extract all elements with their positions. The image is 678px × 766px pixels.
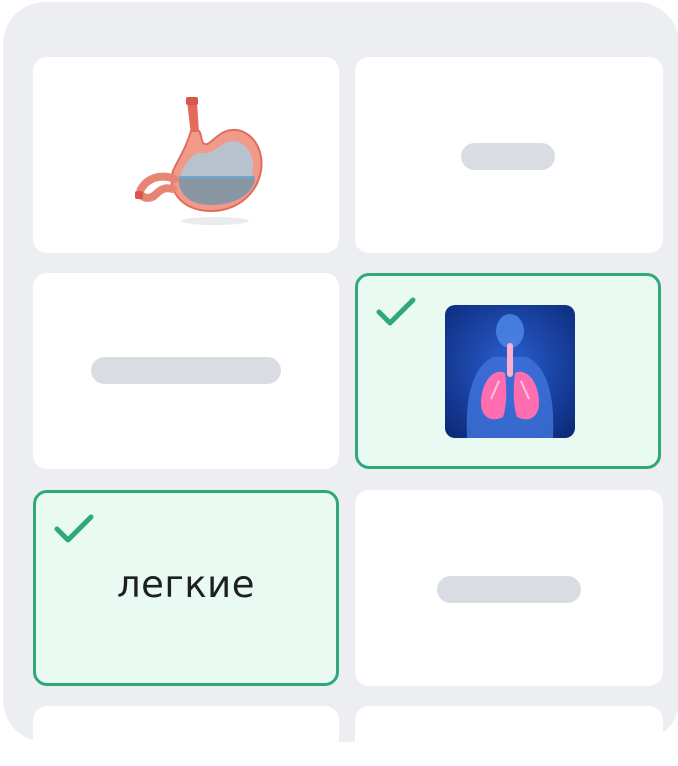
card-hidden-top-right[interactable] [355, 57, 663, 253]
stomach-image [135, 97, 263, 225]
hidden-label-placeholder [437, 576, 581, 603]
card-next-row-right[interactable] [355, 706, 663, 766]
card-stomach[interactable] [33, 57, 339, 253]
card-next-row-left[interactable] [33, 706, 339, 766]
hidden-label-placeholder [91, 357, 281, 384]
card-lungs-image[interactable] [355, 273, 661, 469]
matching-game-panel: легкие [3, 2, 678, 766]
card-hidden-bottom-right[interactable] [355, 490, 663, 686]
card-lungs-word[interactable]: легкие [33, 490, 339, 686]
hidden-label-placeholder [461, 143, 555, 170]
lungs-image [445, 305, 575, 438]
card-word-label: легкие [116, 563, 255, 606]
check-icon [376, 297, 416, 326]
card-hidden-middle-left[interactable] [33, 273, 339, 469]
check-icon [54, 514, 94, 543]
